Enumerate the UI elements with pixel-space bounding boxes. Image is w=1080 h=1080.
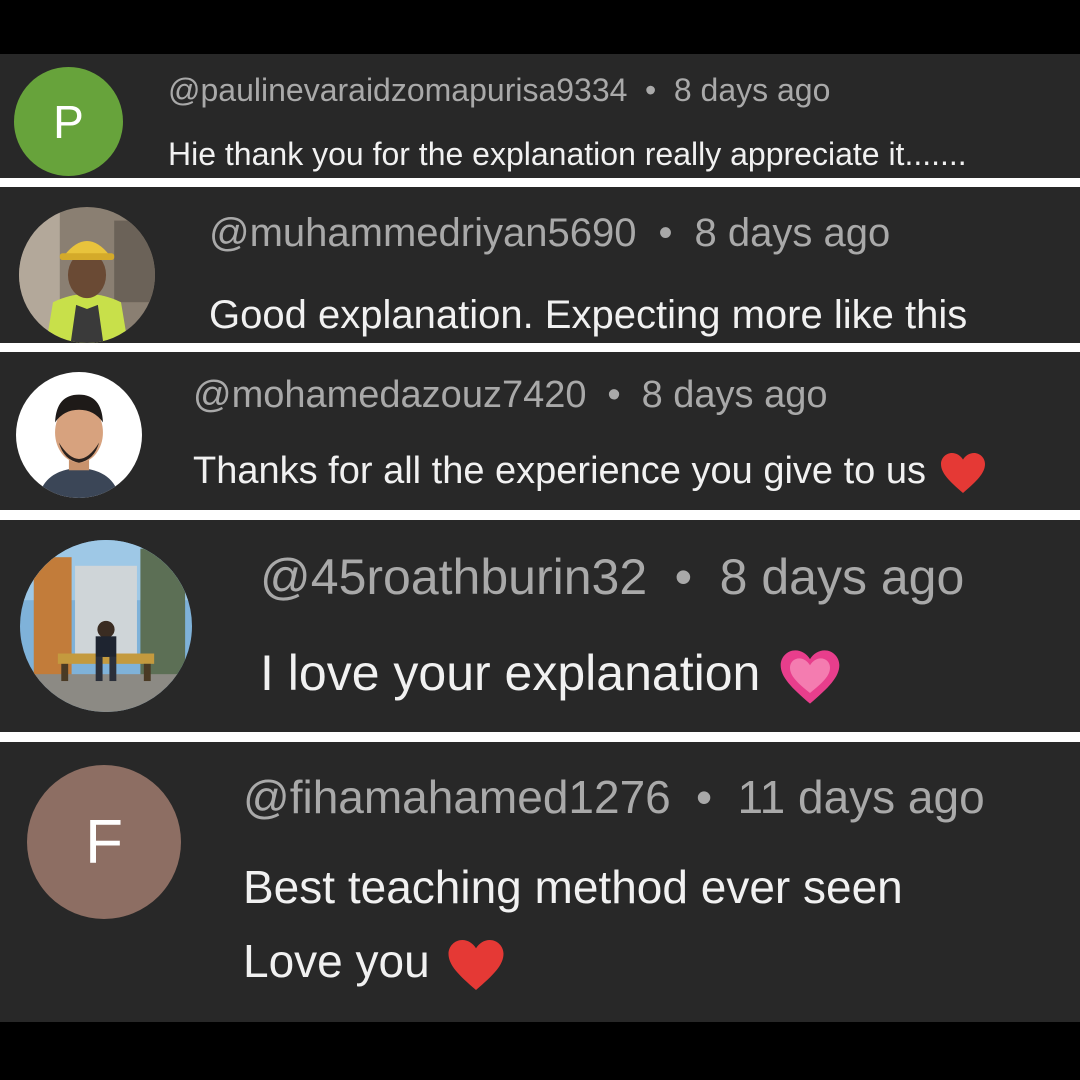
separator bbox=[0, 343, 1080, 352]
avatar[interactable]: F bbox=[27, 765, 181, 919]
comment-text: I love your explanation bbox=[260, 644, 842, 707]
comment-meta: @mohamedazouz7420 • 8 days ago bbox=[193, 374, 828, 417]
avatar[interactable] bbox=[19, 207, 155, 343]
avatar[interactable] bbox=[20, 540, 192, 712]
comment-meta: @45roathburin32 • 8 days ago bbox=[260, 548, 964, 606]
comment-author[interactable]: @fihamahamed1276 bbox=[243, 771, 671, 823]
comment-time[interactable]: 8 days ago bbox=[695, 211, 891, 255]
comment-text: Love you bbox=[243, 934, 506, 993]
avatar-letter: P bbox=[53, 95, 84, 148]
comment-author[interactable]: @45roathburin32 bbox=[260, 549, 647, 605]
comment-card: @mohamedazouz7420 • 8 days ago Thanks for … bbox=[0, 352, 1080, 510]
comment-meta: @muhammedriyan5690 • 8 days ago bbox=[209, 211, 890, 256]
comment-text: Thanks for all the experience you give t… bbox=[193, 450, 987, 495]
separator-dot: • bbox=[674, 549, 693, 605]
comment-meta: @paulinevaraidzomapurisa9334 • 8 days ago bbox=[168, 72, 830, 109]
comment-meta: @fihamahamed1276 • 11 days ago bbox=[243, 770, 985, 824]
separator-dot: • bbox=[658, 211, 673, 255]
comment-time[interactable]: 8 days ago bbox=[674, 72, 831, 108]
comment-time[interactable]: 8 days ago bbox=[720, 549, 965, 605]
separator bbox=[0, 178, 1080, 187]
comment-time[interactable]: 8 days ago bbox=[642, 374, 828, 416]
separator bbox=[0, 510, 1080, 520]
comment-text: Best teaching method ever seen bbox=[243, 861, 903, 913]
comment-card: @muhammedriyan5690 • 8 days ago Good expla… bbox=[0, 187, 1080, 343]
avatar[interactable]: P bbox=[14, 67, 123, 176]
avatar[interactable] bbox=[16, 372, 142, 498]
separator-dot: • bbox=[607, 374, 621, 416]
comment-card: F @fihamahamed1276 • 11 days ago Best teac… bbox=[0, 742, 1080, 1022]
comment-time[interactable]: 11 days ago bbox=[737, 771, 984, 823]
red-heart-icon bbox=[448, 939, 504, 990]
separator-dot: • bbox=[645, 72, 657, 108]
comment-text: Hie thank you for the explanation really… bbox=[168, 136, 967, 172]
bench-photo-icon bbox=[20, 540, 192, 712]
worker-photo-icon bbox=[19, 207, 155, 343]
comment-author[interactable]: @mohamedazouz7420 bbox=[193, 374, 587, 416]
portrait-photo-icon bbox=[16, 372, 142, 498]
comment-text: Good explanation. Expecting more like th… bbox=[209, 293, 968, 337]
pink-heart-icon bbox=[780, 650, 840, 704]
comment-author[interactable]: @muhammedriyan5690 bbox=[209, 211, 636, 255]
avatar-letter: F bbox=[85, 807, 123, 877]
comment-card: P @paulinevaraidzomapurisa9334 • 8 days ag… bbox=[0, 54, 1080, 178]
comment-author[interactable]: @paulinevaraidzomapurisa9334 bbox=[168, 72, 627, 108]
separator-dot: • bbox=[696, 771, 713, 823]
comment-card: @45roathburin32 • 8 days ago I love your e… bbox=[0, 520, 1080, 732]
red-heart-icon bbox=[941, 452, 986, 493]
separator bbox=[0, 732, 1080, 742]
